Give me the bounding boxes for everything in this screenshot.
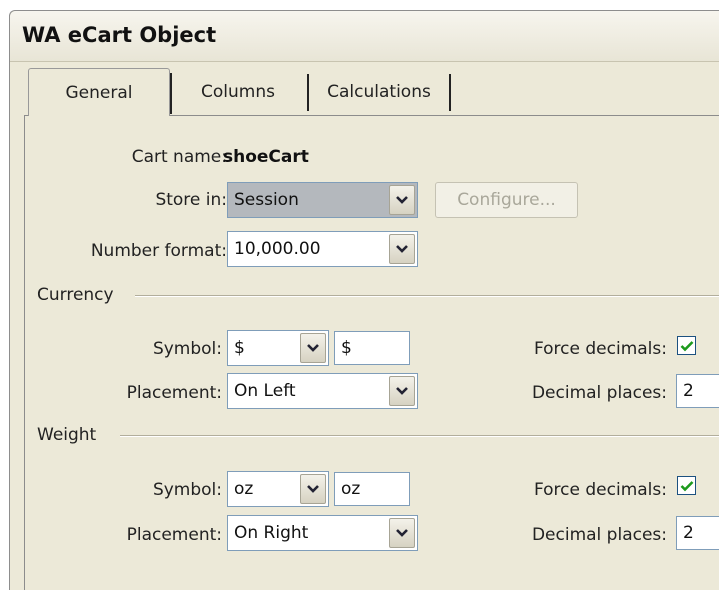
currency-symbol-input[interactable]: $	[334, 331, 410, 365]
tab-calculations-label: Calculations	[327, 81, 431, 102]
tab-separator	[170, 73, 172, 114]
currency-group-title: Currency	[37, 285, 122, 305]
configure-button[interactable]: Configure...	[435, 182, 578, 218]
cart-name-value: shoeCart	[223, 147, 309, 167]
tab-columns-label: Columns	[201, 81, 275, 102]
weight-decimal-places-input[interactable]: 2	[676, 516, 719, 550]
currency-decimal-places-value: 2	[683, 381, 694, 401]
weight-symbol-label: Symbol:	[152, 480, 222, 500]
configure-button-label: Configure...	[457, 190, 556, 210]
store-in-label: Store in:	[155, 190, 227, 210]
number-format-select[interactable]: 10,000.00	[227, 231, 418, 267]
currency-placement-select[interactable]: On Left	[227, 373, 418, 409]
currency-symbol-select[interactable]: $	[227, 330, 329, 366]
currency-force-decimals-checkbox[interactable]	[677, 336, 696, 355]
weight-force-decimals-label: Force decimals:	[533, 480, 667, 500]
dialog-title: WA eCart Object	[22, 23, 217, 47]
currency-group-divider	[135, 295, 719, 297]
weight-symbol-input[interactable]: oz	[334, 472, 410, 506]
weight-group-title: Weight	[37, 425, 105, 445]
store-in-value: Session	[234, 190, 299, 210]
currency-force-decimals-label: Force decimals:	[533, 339, 667, 359]
tab-general[interactable]: General	[28, 68, 172, 116]
tab-general-label: General	[65, 82, 133, 103]
currency-decimal-places-input[interactable]: 2	[676, 374, 719, 408]
weight-symbol-select-value: oz	[234, 479, 254, 499]
currency-placement-label: Placement:	[126, 383, 222, 403]
chevron-down-icon[interactable]	[300, 474, 326, 504]
weight-decimal-places-label: Decimal places:	[531, 525, 667, 545]
weight-decimal-places-value: 2	[683, 523, 694, 543]
chevron-down-icon[interactable]	[389, 185, 415, 215]
weight-group-divider	[120, 435, 719, 437]
weight-placement-label: Placement:	[126, 525, 222, 545]
cart-name-label: Cart name:	[131, 147, 227, 167]
weight-symbol-select[interactable]: oz	[227, 471, 329, 507]
tab-calculations[interactable]: Calculations	[310, 70, 451, 113]
tab-separator	[307, 74, 309, 111]
currency-symbol-input-value: $	[341, 338, 352, 358]
dialog-window: WA eCart Object General Columns Calculat…	[9, 10, 719, 590]
weight-symbol-input-value: oz	[341, 479, 361, 499]
currency-symbol-label: Symbol:	[152, 339, 222, 359]
number-format-value: 10,000.00	[234, 239, 321, 259]
tab-separator	[449, 74, 451, 111]
chevron-down-icon[interactable]	[389, 376, 415, 406]
tab-columns[interactable]: Columns	[170, 70, 309, 113]
weight-placement-value: On Right	[234, 523, 309, 543]
title-bar: WA eCart Object	[10, 11, 719, 62]
chevron-down-icon[interactable]	[389, 518, 415, 548]
currency-placement-value: On Left	[234, 381, 296, 401]
currency-decimal-places-label: Decimal places:	[531, 383, 667, 403]
chevron-down-icon[interactable]	[389, 234, 415, 264]
weight-placement-select[interactable]: On Right	[227, 515, 418, 551]
currency-symbol-select-value: $	[234, 338, 245, 358]
store-in-select[interactable]: Session	[227, 182, 418, 218]
weight-force-decimals-checkbox[interactable]	[677, 476, 696, 495]
chevron-down-icon[interactable]	[300, 333, 326, 363]
tab-strip: General Columns Calculations	[10, 61, 719, 116]
number-format-label: Number format:	[90, 241, 227, 261]
